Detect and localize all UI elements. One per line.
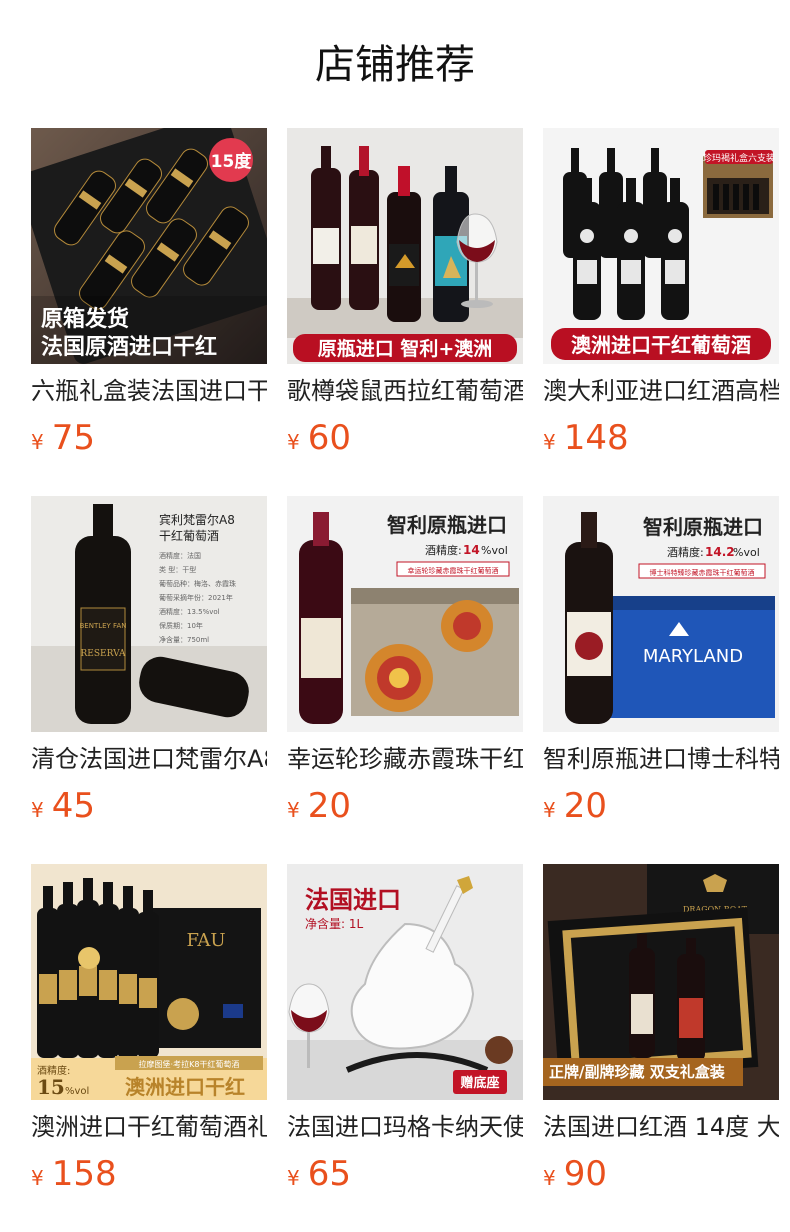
currency-symbol: ¥ bbox=[31, 430, 44, 454]
product-name[interactable]: 幸运轮珍藏赤霞珠干红 bbox=[287, 742, 523, 776]
product-image[interactable]: 15度 原箱发货 法国原酒进口干红 bbox=[31, 128, 267, 364]
price-value: 20 bbox=[563, 786, 607, 826]
product-card[interactable]: BENTLEY FAN RESERVA 宾利梵雷尔A8 干红葡萄酒 酒精度：法国… bbox=[31, 496, 267, 826]
price-value: 45 bbox=[51, 786, 95, 826]
product-price: ¥60 bbox=[287, 416, 351, 460]
image-strip: 拉摩图堡·考拉K8干红葡萄酒 bbox=[139, 1059, 240, 1069]
abv-badge: 15度 bbox=[211, 151, 253, 172]
abv-value: 14.2 bbox=[705, 545, 735, 559]
product-price: ¥90 bbox=[543, 1152, 607, 1196]
spec-row: 葡萄品种：梅洛、赤霞珠 bbox=[159, 579, 236, 588]
spec-row: 葡萄采摘年份：2021年 bbox=[159, 593, 233, 602]
image-volume: 净含量: 1L bbox=[305, 916, 363, 931]
product-price: ¥20 bbox=[543, 784, 607, 828]
product-card[interactable]: 智利原瓶进口 酒精度: 14 %vol 幸运轮珍藏赤霞珠干红葡萄酒 幸运轮珍藏赤… bbox=[287, 496, 523, 826]
abv-unit: %vol bbox=[65, 1086, 89, 1097]
spec-row: 酒精度：法国 bbox=[159, 551, 201, 560]
spec-title: 宾利梵雷尔A8 bbox=[159, 512, 235, 527]
image-banner: 澳洲进口干红 bbox=[125, 1075, 245, 1099]
currency-symbol: ¥ bbox=[543, 1166, 556, 1190]
image-caption-2: 法国原酒进口干红 bbox=[41, 334, 217, 360]
product-card[interactable]: DRAGON BOAT 正牌/副牌珍藏 双支礼盒装 法国进口红酒 14度 大 ¥… bbox=[543, 864, 779, 1194]
product-image[interactable]: FAU 拉摩图堡·考拉K8干红葡萄酒 酒精度: 15 %vol 澳洲进口干红 bbox=[31, 864, 267, 1100]
image-caption-1: 原箱发货 bbox=[41, 306, 129, 332]
product-name[interactable]: 清仓法国进口梵雷尔A8干红 bbox=[31, 742, 267, 776]
product-price: ¥158 bbox=[31, 1152, 117, 1196]
box-brand: MARYLAND bbox=[643, 646, 743, 667]
product-price: ¥148 bbox=[543, 416, 629, 460]
spec-subtitle: 干红葡萄酒 bbox=[159, 528, 219, 543]
product-name[interactable]: 法国进口玛格卡纳天使 bbox=[287, 1110, 523, 1144]
image-headline: 智利原瓶进口 bbox=[387, 513, 507, 537]
product-name[interactable]: 歌樽袋鼠西拉红葡萄酒 bbox=[287, 374, 523, 408]
currency-symbol: ¥ bbox=[31, 1166, 44, 1190]
label-name: RESERVA bbox=[81, 649, 126, 659]
product-image[interactable]: MARYLAND 智利原瓶进口 酒精度: 14.2 %vol 博士科特臻珍藏赤霞… bbox=[543, 496, 779, 732]
product-image[interactable]: 法国进口 净含量: 1L 赠底座 bbox=[287, 864, 523, 1100]
product-name[interactable]: 法国进口红酒 14度 大 bbox=[543, 1110, 779, 1144]
currency-symbol: ¥ bbox=[543, 798, 556, 822]
product-price: ¥20 bbox=[287, 784, 351, 828]
price-value: 65 bbox=[307, 1154, 351, 1194]
page-title: 店铺推荐 bbox=[315, 42, 475, 88]
abv-value: 14 bbox=[463, 543, 480, 557]
currency-symbol: ¥ bbox=[543, 430, 556, 454]
box-text: FAU bbox=[186, 930, 225, 951]
label-brand: BENTLEY FAN bbox=[80, 622, 127, 630]
product-image[interactable]: 智利原瓶进口 酒精度: 14 %vol 幸运轮珍藏赤霞珠干红葡萄酒 bbox=[287, 496, 523, 732]
product-name[interactable]: 六瓶礼盒装法国进口干红葡萄酒 bbox=[31, 374, 267, 408]
product-card[interactable]: FAU 拉摩图堡·考拉K8干红葡萄酒 酒精度: 15 %vol 澳洲进口干红 澳… bbox=[31, 864, 267, 1194]
price-value: 148 bbox=[563, 418, 629, 458]
product-card[interactable]: 法国进口 净含量: 1L 赠底座 法国进口玛格卡纳天使 ¥65 bbox=[287, 864, 523, 1194]
image-banner: 原瓶进口 智利+澳洲 bbox=[318, 337, 493, 360]
abv-value: 15 bbox=[37, 1075, 65, 1099]
abv-label: 酒精度: bbox=[667, 545, 704, 559]
spec-row: 类 型：干型 bbox=[159, 565, 196, 574]
spec-row: 净含量：750ml bbox=[159, 635, 209, 644]
price-value: 90 bbox=[563, 1154, 607, 1194]
product-card[interactable]: MARYLAND 智利原瓶进口 酒精度: 14.2 %vol 博士科特臻珍藏赤霞… bbox=[543, 496, 779, 826]
spec-row: 酒精度：13.5%vol bbox=[159, 607, 220, 616]
image-tag: 珍玛褐礼盒六支装 bbox=[703, 152, 775, 164]
product-card[interactable]: 15度 原箱发货 法国原酒进口干红 六瓶礼盒装法国进口干红葡萄酒 ¥75 bbox=[31, 128, 267, 458]
product-image[interactable]: 原瓶进口 智利+澳洲 bbox=[287, 128, 523, 364]
product-name[interactable]: 澳洲进口干红葡萄酒礼盒 bbox=[31, 1110, 267, 1144]
price-value: 60 bbox=[307, 418, 351, 458]
image-headline: 法国进口 bbox=[305, 886, 401, 914]
box-line: 幸运轮珍藏赤霞珠干红葡萄酒 bbox=[408, 566, 499, 575]
image-headline: 智利原瓶进口 bbox=[643, 515, 763, 539]
product-name[interactable]: 澳大利亚进口红酒高档 bbox=[543, 374, 779, 408]
product-price: ¥45 bbox=[31, 784, 95, 828]
abv-unit: %vol bbox=[481, 544, 508, 557]
image-banner: 正牌/副牌珍藏 双支礼盒装 bbox=[549, 1063, 726, 1081]
price-value: 20 bbox=[307, 786, 351, 826]
product-card[interactable]: 珍玛褐礼盒六支装 澳洲进口干红葡萄酒 澳大利亚进口红酒高档 ¥148 bbox=[543, 128, 779, 458]
currency-symbol: ¥ bbox=[287, 798, 300, 822]
currency-symbol: ¥ bbox=[287, 430, 300, 454]
image-corner-tag: 赠底座 bbox=[460, 1075, 499, 1091]
product-image[interactable]: BENTLEY FAN RESERVA 宾利梵雷尔A8 干红葡萄酒 酒精度：法国… bbox=[31, 496, 267, 732]
product-price: ¥75 bbox=[31, 416, 95, 460]
price-value: 158 bbox=[51, 1154, 117, 1194]
abv-unit: %vol bbox=[733, 546, 760, 559]
abv-label: 酒精度: bbox=[425, 543, 462, 557]
box-line: 博士科特臻珍藏赤霞珠干红葡萄酒 bbox=[650, 568, 755, 577]
currency-symbol: ¥ bbox=[287, 1166, 300, 1190]
product-image[interactable]: 珍玛褐礼盒六支装 澳洲进口干红葡萄酒 bbox=[543, 128, 779, 364]
product-price: ¥65 bbox=[287, 1152, 351, 1196]
spec-row: 保质期：10年 bbox=[159, 621, 203, 630]
currency-symbol: ¥ bbox=[31, 798, 44, 822]
product-card[interactable]: 原瓶进口 智利+澳洲 歌樽袋鼠西拉红葡萄酒 ¥60 bbox=[287, 128, 523, 458]
price-value: 75 bbox=[51, 418, 95, 458]
image-banner: 澳洲进口干红葡萄酒 bbox=[571, 333, 751, 357]
product-name[interactable]: 智利原瓶进口博士科特 bbox=[543, 742, 779, 776]
product-image[interactable]: DRAGON BOAT 正牌/副牌珍藏 双支礼盒装 bbox=[543, 864, 779, 1100]
